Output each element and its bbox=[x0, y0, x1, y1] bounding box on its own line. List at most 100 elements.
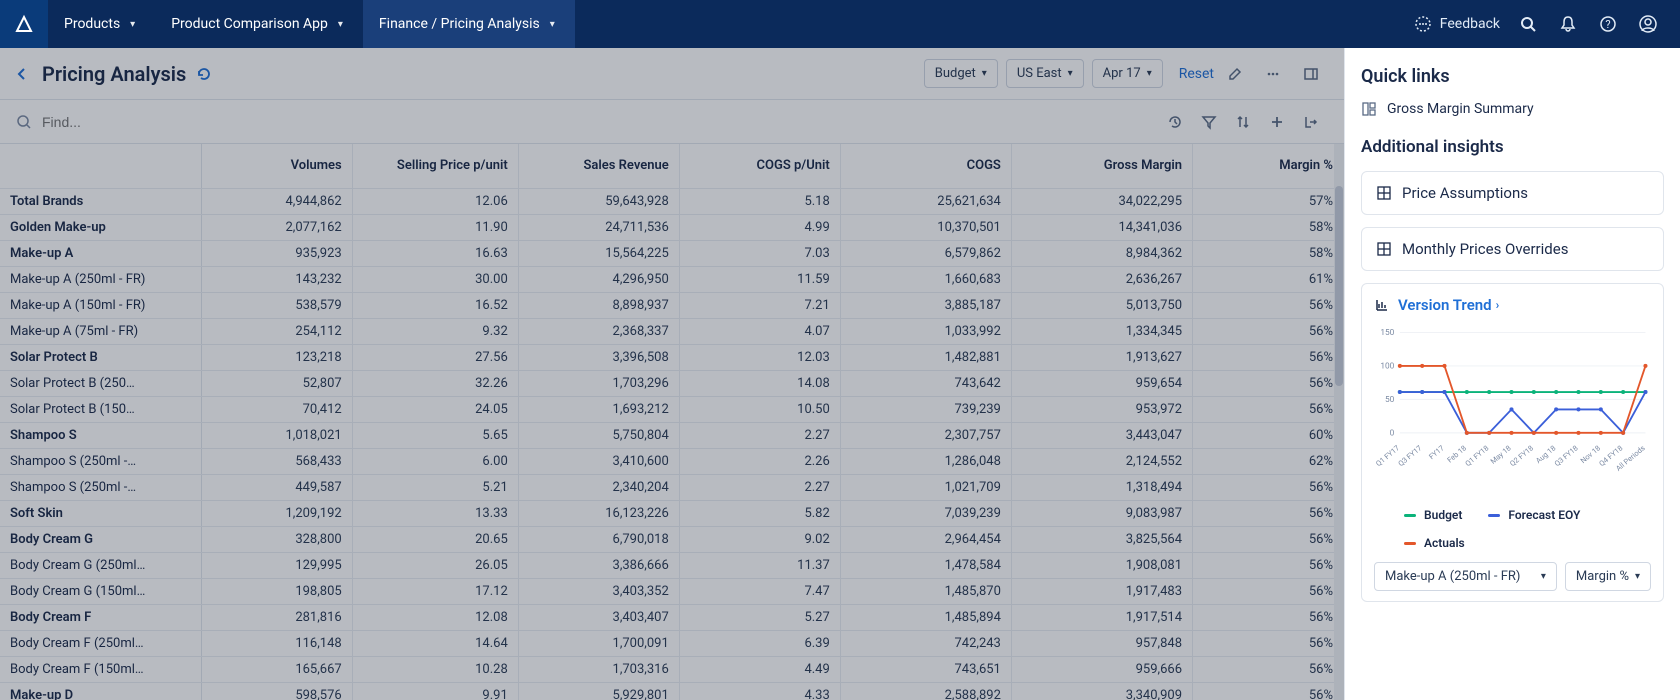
cell[interactable]: 60% bbox=[1193, 422, 1344, 448]
cell[interactable]: 9.02 bbox=[679, 526, 840, 552]
table-row[interactable]: Shampoo S (250ml -…568,4336.003,410,6002… bbox=[0, 448, 1344, 474]
cell[interactable]: 14.08 bbox=[679, 370, 840, 396]
cell[interactable]: 9.91 bbox=[352, 682, 518, 700]
cell[interactable]: 1,693,212 bbox=[518, 396, 679, 422]
cell[interactable]: 3,443,047 bbox=[1011, 422, 1192, 448]
cell[interactable]: 3,396,508 bbox=[518, 344, 679, 370]
cell[interactable]: 12.03 bbox=[679, 344, 840, 370]
cell[interactable]: 56% bbox=[1193, 604, 1344, 630]
cell[interactable]: 24.05 bbox=[352, 396, 518, 422]
table-row[interactable]: Make-up D598,5769.915,929,8014.332,588,8… bbox=[0, 682, 1344, 700]
row-header[interactable]: Body Cream G bbox=[0, 526, 201, 552]
cell[interactable]: 2,307,757 bbox=[840, 422, 1011, 448]
cell[interactable]: 5,013,750 bbox=[1011, 292, 1192, 318]
cell[interactable]: 58% bbox=[1193, 214, 1344, 240]
cell[interactable]: 3,885,187 bbox=[840, 292, 1011, 318]
cell[interactable]: 8,984,362 bbox=[1011, 240, 1192, 266]
cell[interactable]: 25,621,634 bbox=[840, 188, 1011, 214]
cell[interactable]: 254,112 bbox=[201, 318, 352, 344]
breadcrumb-app[interactable]: Product Comparison App ▾ bbox=[155, 0, 363, 48]
table-row[interactable]: Solar Protect B (150…70,41224.051,693,21… bbox=[0, 396, 1344, 422]
cell[interactable]: 1,478,584 bbox=[840, 552, 1011, 578]
cell[interactable]: 2,636,267 bbox=[1011, 266, 1192, 292]
breadcrumb-products[interactable]: Products ▾ bbox=[48, 0, 155, 48]
cell[interactable]: 5.27 bbox=[679, 604, 840, 630]
user-icon[interactable] bbox=[1628, 4, 1668, 44]
insight-price-assumptions[interactable]: Price Assumptions bbox=[1361, 171, 1664, 215]
cell[interactable]: 34,022,295 bbox=[1011, 188, 1192, 214]
reset-link[interactable]: Reset bbox=[1179, 66, 1214, 82]
quick-link-gms[interactable]: Gross Margin Summary bbox=[1361, 101, 1664, 117]
cell[interactable]: 328,800 bbox=[201, 526, 352, 552]
cell[interactable]: 935,923 bbox=[201, 240, 352, 266]
table-row[interactable]: Body Cream F (150ml…165,66710.281,703,31… bbox=[0, 656, 1344, 682]
cell[interactable]: 56% bbox=[1193, 630, 1344, 656]
table-row[interactable]: Shampoo S1,018,0215.655,750,8042.272,307… bbox=[0, 422, 1344, 448]
column-header[interactable]: Gross Margin bbox=[1011, 144, 1192, 188]
cell[interactable]: 598,576 bbox=[201, 682, 352, 700]
cell[interactable]: 12.06 bbox=[352, 188, 518, 214]
cell[interactable]: 12.08 bbox=[352, 604, 518, 630]
add-icon[interactable] bbox=[1260, 105, 1294, 139]
row-header[interactable]: Make-up A (250ml - FR) bbox=[0, 266, 201, 292]
cell[interactable]: 56% bbox=[1193, 526, 1344, 552]
row-header[interactable]: Make-up A bbox=[0, 240, 201, 266]
cell[interactable]: 5.18 bbox=[679, 188, 840, 214]
cell[interactable]: 1,018,021 bbox=[201, 422, 352, 448]
cell[interactable]: 957,848 bbox=[1011, 630, 1192, 656]
cell[interactable]: 743,651 bbox=[840, 656, 1011, 682]
row-header[interactable]: Solar Protect B (250… bbox=[0, 370, 201, 396]
cell[interactable]: 5.82 bbox=[679, 500, 840, 526]
cell[interactable]: 6,579,862 bbox=[840, 240, 1011, 266]
cell[interactable]: 10.50 bbox=[679, 396, 840, 422]
cell[interactable]: 52,807 bbox=[201, 370, 352, 396]
cell[interactable]: 11.90 bbox=[352, 214, 518, 240]
column-header[interactable]: COGS bbox=[840, 144, 1011, 188]
filter-region[interactable]: US East▾ bbox=[1006, 59, 1084, 88]
edit-icon[interactable] bbox=[1218, 57, 1252, 91]
cell[interactable]: 13.33 bbox=[352, 500, 518, 526]
cell[interactable]: 3,825,564 bbox=[1011, 526, 1192, 552]
table-row[interactable]: Make-up A935,92316.6315,564,2257.036,579… bbox=[0, 240, 1344, 266]
table-row[interactable]: Body Cream G328,80020.656,790,0189.022,9… bbox=[0, 526, 1344, 552]
sort-icon[interactable] bbox=[1226, 105, 1260, 139]
cell[interactable]: 1,334,345 bbox=[1011, 318, 1192, 344]
column-header[interactable]: COGS p/Unit bbox=[679, 144, 840, 188]
cell[interactable]: 32.26 bbox=[352, 370, 518, 396]
cell[interactable]: 56% bbox=[1193, 344, 1344, 370]
bell-icon[interactable] bbox=[1548, 4, 1588, 44]
app-logo[interactable] bbox=[0, 0, 48, 48]
export-icon[interactable] bbox=[1294, 105, 1328, 139]
filter-icon[interactable] bbox=[1192, 105, 1226, 139]
cell[interactable]: 1,485,894 bbox=[840, 604, 1011, 630]
find-input[interactable] bbox=[42, 114, 342, 130]
row-header[interactable]: Solar Protect B (150… bbox=[0, 396, 201, 422]
cell[interactable]: 56% bbox=[1193, 474, 1344, 500]
cell[interactable]: 1,703,316 bbox=[518, 656, 679, 682]
cell[interactable]: 4.49 bbox=[679, 656, 840, 682]
table-row[interactable]: Solar Protect B (250…52,80732.261,703,29… bbox=[0, 370, 1344, 396]
feedback-button[interactable]: Feedback bbox=[1414, 15, 1500, 33]
column-header[interactable]: Volumes bbox=[201, 144, 352, 188]
cell[interactable]: 1,209,192 bbox=[201, 500, 352, 526]
cell[interactable]: 7.21 bbox=[679, 292, 840, 318]
cell[interactable]: 1,318,494 bbox=[1011, 474, 1192, 500]
back-button[interactable] bbox=[16, 67, 28, 81]
cell[interactable]: 129,995 bbox=[201, 552, 352, 578]
cell[interactable]: 30.00 bbox=[352, 266, 518, 292]
cell[interactable]: 6.00 bbox=[352, 448, 518, 474]
cell[interactable]: 959,654 bbox=[1011, 370, 1192, 396]
cell[interactable]: 4,944,862 bbox=[201, 188, 352, 214]
cell[interactable]: 56% bbox=[1193, 578, 1344, 604]
breadcrumb-page[interactable]: Finance / Pricing Analysis ▾ bbox=[363, 0, 575, 48]
search-icon[interactable] bbox=[1508, 4, 1548, 44]
row-header[interactable]: Make-up A (75ml - FR) bbox=[0, 318, 201, 344]
row-header[interactable]: Shampoo S (250ml -… bbox=[0, 448, 201, 474]
cell[interactable]: 20.65 bbox=[352, 526, 518, 552]
cell[interactable]: 1,033,992 bbox=[840, 318, 1011, 344]
cell[interactable]: 16.52 bbox=[352, 292, 518, 318]
more-icon[interactable] bbox=[1256, 57, 1290, 91]
cell[interactable]: 11.37 bbox=[679, 552, 840, 578]
row-header[interactable]: Body Cream F (250ml… bbox=[0, 630, 201, 656]
cell[interactable]: 1,286,048 bbox=[840, 448, 1011, 474]
